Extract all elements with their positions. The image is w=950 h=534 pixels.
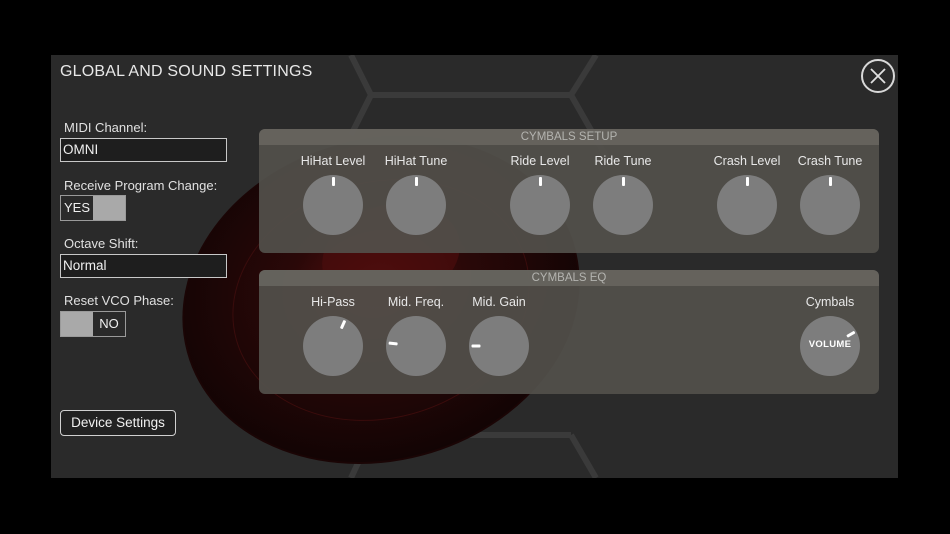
knob-indicator (388, 341, 398, 346)
cymbals-setup-header: CYMBALS SETUP (259, 129, 879, 145)
reset-vco-label: Reset VCO Phase: (64, 293, 174, 308)
rotary-knob[interactable]: VOLUME (800, 316, 860, 376)
rotary-knob[interactable] (303, 316, 363, 376)
midi-channel-field[interactable]: OMNI (60, 138, 227, 162)
rotary-knob[interactable] (386, 175, 446, 235)
volume-label: VOLUME (808, 339, 852, 350)
knob-label: Cymbals (805, 295, 855, 309)
knob-label: Ride Tune (594, 154, 652, 168)
knob-hihat-level[interactable]: HiHat Level (293, 153, 373, 235)
midi-channel-label: MIDI Channel: (64, 120, 148, 135)
close-icon (870, 68, 886, 84)
knob-ride-tune[interactable]: Ride Tune (583, 153, 663, 235)
knob-ride-level[interactable]: Ride Level (500, 153, 580, 235)
knob-indicator (539, 177, 542, 186)
toggle-knob (93, 196, 125, 220)
cymbals-setup-section: CYMBALS SETUP HiHat Level HiHat Tune Rid… (259, 129, 879, 253)
knob-indicator (332, 177, 335, 186)
knob-hihat-tune[interactable]: HiHat Tune (376, 153, 456, 235)
cymbals-eq-header: CYMBALS EQ (259, 270, 879, 286)
knob-label: Hi-Pass (311, 295, 355, 309)
program-change-toggle[interactable]: YES (60, 195, 126, 221)
rotary-knob[interactable] (593, 175, 653, 235)
knob-label: Mid. Freq. (387, 295, 445, 309)
rotary-knob[interactable] (510, 175, 570, 235)
octave-shift-field[interactable]: Normal (60, 254, 227, 278)
knob-crash-level[interactable]: Crash Level (707, 153, 787, 235)
knob-indicator (622, 177, 625, 186)
page-title: GLOBAL AND SOUND SETTINGS (60, 63, 313, 80)
knob-hi-pass[interactable]: Hi-Pass (293, 294, 373, 376)
knob-mid-freq[interactable]: Mid. Freq. (376, 294, 456, 376)
knob-indicator (746, 177, 749, 186)
knob-label: HiHat Level (300, 154, 366, 168)
toggle-knob (61, 312, 93, 336)
knob-label: HiHat Tune (384, 154, 448, 168)
settings-panel: GLOBAL AND SOUND SETTINGS MIDI Channel: … (51, 55, 898, 478)
reset-vco-toggle[interactable]: NO (60, 311, 126, 337)
rotary-knob[interactable] (303, 175, 363, 235)
knob-indicator (471, 344, 481, 348)
knob-label: Crash Tune (797, 154, 863, 168)
knob-crash-tune[interactable]: Crash Tune (790, 153, 870, 235)
rotary-knob[interactable] (717, 175, 777, 235)
knob-indicator (846, 330, 856, 338)
cymbals-eq-section: CYMBALS EQ Hi-Pass Mid. Freq. Mid. Gain … (259, 270, 879, 394)
device-settings-button[interactable]: Device Settings (60, 410, 176, 436)
reset-vco-state: NO (93, 312, 125, 336)
knob-label: Ride Level (510, 154, 570, 168)
close-button[interactable] (861, 59, 895, 93)
knob-label: Mid. Gain (472, 295, 526, 309)
rotary-knob[interactable] (469, 316, 529, 376)
rotary-knob[interactable] (386, 316, 446, 376)
knob-indicator (415, 177, 418, 186)
octave-shift-label: Octave Shift: (64, 236, 139, 251)
knob-mid-gain[interactable]: Mid. Gain (459, 294, 539, 376)
knob-label: Crash Level (713, 154, 781, 168)
knob-indicator (339, 319, 347, 330)
knob-indicator (829, 177, 832, 186)
program-change-label: Receive Program Change: (64, 178, 218, 193)
rotary-knob[interactable] (800, 175, 860, 235)
knob-cymbals-volume[interactable]: Cymbals VOLUME (790, 294, 870, 376)
program-change-state: YES (61, 196, 93, 220)
